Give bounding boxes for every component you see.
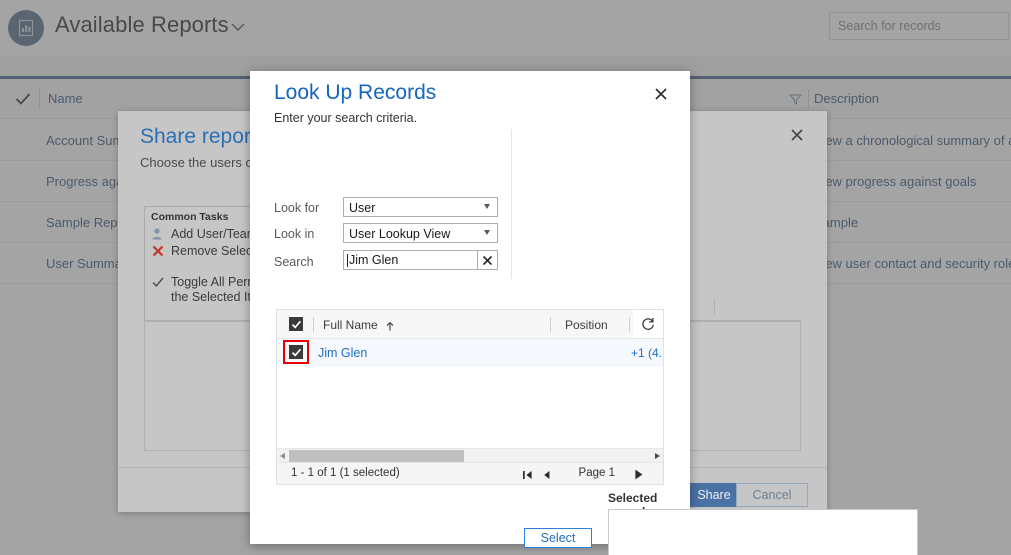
page-number-label: Page 1 [579, 467, 615, 479]
page-first-icon[interactable] [522, 468, 533, 486]
lookup-dialog-title: Look Up Records [274, 81, 436, 105]
select-button-label: Select [541, 531, 576, 545]
chevron-down-icon[interactable] [484, 204, 490, 209]
pager: 1 - 1 of 1 (1 selected) Page 1 [277, 462, 663, 484]
select-button[interactable]: Select [524, 528, 592, 548]
chevron-down-icon[interactable] [484, 230, 490, 235]
sort-asc-arrow [385, 319, 395, 337]
select-all-checkbox[interactable] [289, 317, 303, 331]
lookup-records-dialog: Look Up Records Enter your search criter… [250, 71, 690, 544]
results-grid: Full Name Position [276, 309, 664, 485]
page-next-icon[interactable] [633, 468, 645, 486]
look-for-select[interactable]: User [343, 197, 498, 217]
search-label: Search [274, 255, 314, 269]
common-tasks-heading: Common Tasks [151, 211, 228, 223]
column-header-full-name[interactable]: Full Name [323, 318, 378, 332]
search-input[interactable]: Jim Glen [349, 253, 398, 267]
results-grid-header: Full Name Position [277, 310, 663, 339]
add-user-icon [151, 227, 165, 241]
refresh-icon[interactable] [633, 310, 663, 338]
lookup-dialog-subtitle: Enter your search criteria. [274, 111, 417, 125]
share-cancel-button[interactable]: Cancel [736, 483, 808, 507]
cell-position: +1 (4. [631, 346, 661, 360]
scroll-left-arrow[interactable] [280, 453, 285, 459]
scrollbar-thumb[interactable] [289, 450, 464, 462]
screen: Available Reports Search for records Nam… [0, 0, 1011, 555]
close-icon[interactable] [789, 127, 805, 143]
form-divider [511, 129, 512, 279]
text-caret [347, 254, 348, 267]
cell-full-name[interactable]: Jim Glen [318, 346, 367, 360]
row-checkbox[interactable] [289, 345, 303, 359]
common-task-label: Add User/Team [171, 227, 257, 242]
column-header-position[interactable]: Position [565, 318, 608, 332]
look-for-label: Look for [274, 201, 319, 215]
look-in-label: Look in [274, 227, 314, 241]
page-prev-icon[interactable] [541, 468, 551, 486]
selected-records-box[interactable] [608, 509, 918, 555]
results-row[interactable]: Jim Glen +1 (4. [277, 339, 663, 367]
horizontal-scrollbar[interactable] [277, 448, 663, 462]
remove-x-icon [151, 244, 165, 258]
scroll-right-arrow[interactable] [655, 453, 660, 459]
check-icon [151, 275, 165, 289]
search-input-wrapper[interactable]: Jim Glen [343, 250, 498, 270]
look-in-select[interactable]: User Lookup View [343, 223, 498, 243]
clear-x-icon[interactable] [477, 251, 497, 269]
share-dialog-title: Share report [140, 125, 257, 149]
record-count-text: 1 - 1 of 1 (1 selected) [291, 467, 400, 479]
close-icon[interactable] [653, 86, 669, 102]
